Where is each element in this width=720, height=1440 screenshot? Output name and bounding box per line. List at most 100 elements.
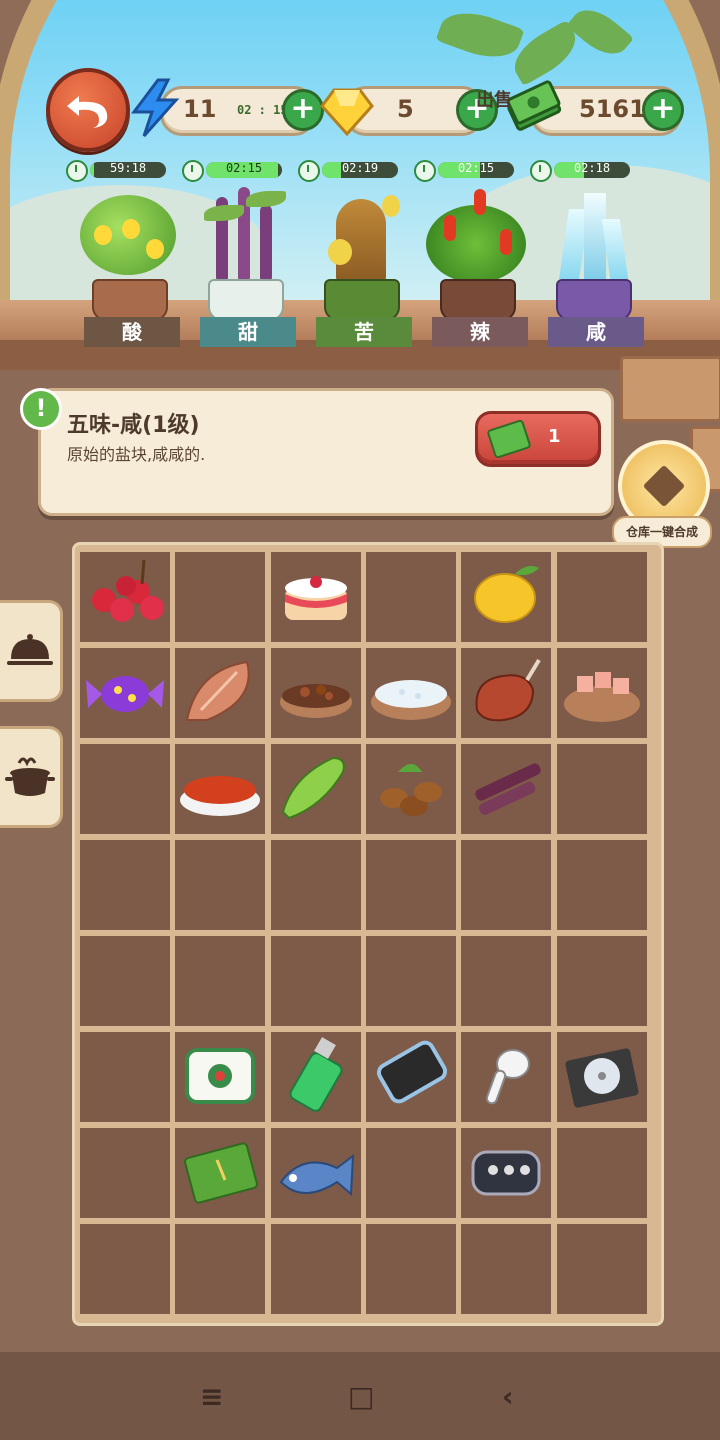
bayberry-icon[interactable] xyxy=(82,554,168,644)
cash-icon xyxy=(486,418,532,460)
grid-cell[interactable] xyxy=(175,1224,266,1314)
plant-timer-sweet: 02:15 xyxy=(182,160,286,182)
item-info-panel: 五味-咸(1级) 原始的盐块,咸咸的. 1 xyxy=(38,388,614,516)
menu-button[interactable]: ≡ xyxy=(200,1380,223,1413)
clock-icon xyxy=(298,160,320,182)
plant-timer-bitter: 02:19 xyxy=(298,160,402,182)
plant-timer-sour: 59:18 xyxy=(66,160,170,182)
grid-cell[interactable] xyxy=(80,840,170,930)
phone-icon[interactable] xyxy=(368,1034,454,1124)
gem-value: 5 xyxy=(397,95,414,123)
lemon-icon[interactable] xyxy=(463,554,549,644)
grid-cell[interactable] xyxy=(365,552,456,642)
cd-case-icon[interactable] xyxy=(559,1034,645,1124)
grid-cell[interactable] xyxy=(365,936,456,1026)
info-icon: ! xyxy=(20,388,62,430)
ham-icon[interactable] xyxy=(463,650,549,740)
plant-label: 酸 xyxy=(84,317,180,347)
grid-cell[interactable] xyxy=(556,840,647,930)
sugarcane-icon[interactable] xyxy=(463,746,549,836)
grid-cell[interactable] xyxy=(365,1128,456,1218)
sell-button[interactable]: 1 xyxy=(475,411,601,467)
plant-label: 咸 xyxy=(548,317,644,347)
side-tab-dishes[interactable] xyxy=(0,600,63,702)
plant-timer-salty: 02:18 xyxy=(530,160,634,182)
timer-text: 02:18 xyxy=(573,161,611,175)
cake-icon[interactable] xyxy=(273,554,359,644)
earbud-icon[interactable] xyxy=(463,1034,549,1124)
box-icon xyxy=(642,464,686,508)
timer-text: 02:19 xyxy=(341,161,379,175)
grid-cell[interactable] xyxy=(80,1128,170,1218)
timer-text: 59:18 xyxy=(109,161,147,175)
grid-cell[interactable] xyxy=(556,1128,647,1218)
undo-arrow-icon xyxy=(67,96,108,128)
coffee-beans-icon[interactable] xyxy=(368,746,454,836)
salt-bowl-icon[interactable] xyxy=(368,650,454,740)
item-title: 五味-咸(1级) xyxy=(67,413,200,438)
grid-cell[interactable] xyxy=(80,1032,170,1122)
timer-text: 02:15 xyxy=(457,161,495,175)
notebook-icon[interactable] xyxy=(177,1130,263,1220)
bitter-melon-icon[interactable] xyxy=(273,746,359,836)
salt-block-bowl-icon[interactable] xyxy=(559,650,645,740)
plant-sour[interactable]: 酸 xyxy=(70,185,186,347)
grid-cell[interactable] xyxy=(175,552,266,642)
chili-powder-icon[interactable] xyxy=(177,746,263,836)
wooden-crate xyxy=(620,356,720,422)
energy-timer: 02 : 15 xyxy=(237,103,288,117)
fish-icon[interactable] xyxy=(273,1130,359,1220)
grid-cell[interactable] xyxy=(175,936,266,1026)
item-description: 原始的盐块,咸咸的. xyxy=(67,445,206,464)
grid-cell[interactable] xyxy=(461,840,552,930)
spice-bowl-icon[interactable] xyxy=(273,650,359,740)
back-nav-button[interactable]: ‹ xyxy=(502,1380,514,1413)
clock-icon xyxy=(66,160,88,182)
grid-cell[interactable] xyxy=(556,552,647,642)
grid-cell[interactable] xyxy=(461,1224,552,1314)
sell-price: 1 xyxy=(548,426,561,447)
clock-icon xyxy=(414,160,436,182)
grid-cell[interactable] xyxy=(461,936,552,1026)
grid-cell[interactable] xyxy=(556,744,647,834)
grid-cell[interactable] xyxy=(270,936,361,1026)
lighter-icon[interactable] xyxy=(273,1034,359,1124)
lightning-icon xyxy=(131,78,180,137)
add-cash-button[interactable]: + xyxy=(642,89,684,131)
grid-cell[interactable] xyxy=(80,744,170,834)
grid-cell[interactable] xyxy=(270,1224,361,1314)
clock-icon xyxy=(182,160,204,182)
side-tab-cooking[interactable] xyxy=(0,726,63,828)
grid-cell[interactable] xyxy=(556,1224,647,1314)
car-key-icon[interactable] xyxy=(463,1130,549,1220)
plant-salty[interactable]: 咸 xyxy=(534,185,650,347)
grid-cell[interactable] xyxy=(365,840,456,930)
home-button[interactable]: □ xyxy=(348,1380,374,1413)
grid-cell[interactable] xyxy=(556,936,647,1026)
sell-label: 出售 xyxy=(476,90,512,111)
plant-label: 苦 xyxy=(316,317,412,347)
plant-label: 甜 xyxy=(200,317,296,347)
grid-cell[interactable] xyxy=(80,936,170,1026)
plant-label: 辣 xyxy=(432,317,528,347)
plant-bitter[interactable]: 苦 xyxy=(302,185,418,347)
cooking-pot-icon xyxy=(5,757,55,796)
grid-cell[interactable] xyxy=(270,840,361,930)
candy-icon[interactable] xyxy=(82,650,168,740)
clock-icon xyxy=(530,160,552,182)
plant-timer-spicy: 02:15 xyxy=(414,160,518,182)
cash-stack-icon xyxy=(506,80,562,131)
cloche-icon xyxy=(7,634,53,665)
plant-spicy[interactable]: 辣 xyxy=(418,185,534,347)
energy-value: 11 xyxy=(183,95,217,123)
cured-fish-icon[interactable] xyxy=(177,650,263,740)
grid-cell[interactable] xyxy=(175,840,266,930)
gem-icon xyxy=(320,88,374,137)
grid-cell[interactable] xyxy=(80,1224,170,1314)
add-energy-button[interactable]: + xyxy=(282,89,324,131)
plant-sweet[interactable]: 甜 xyxy=(186,185,302,347)
mahjong-tile-icon[interactable] xyxy=(177,1034,263,1124)
timer-text: 02:15 xyxy=(225,161,263,175)
back-button[interactable] xyxy=(46,68,130,152)
grid-cell[interactable] xyxy=(365,1224,456,1314)
